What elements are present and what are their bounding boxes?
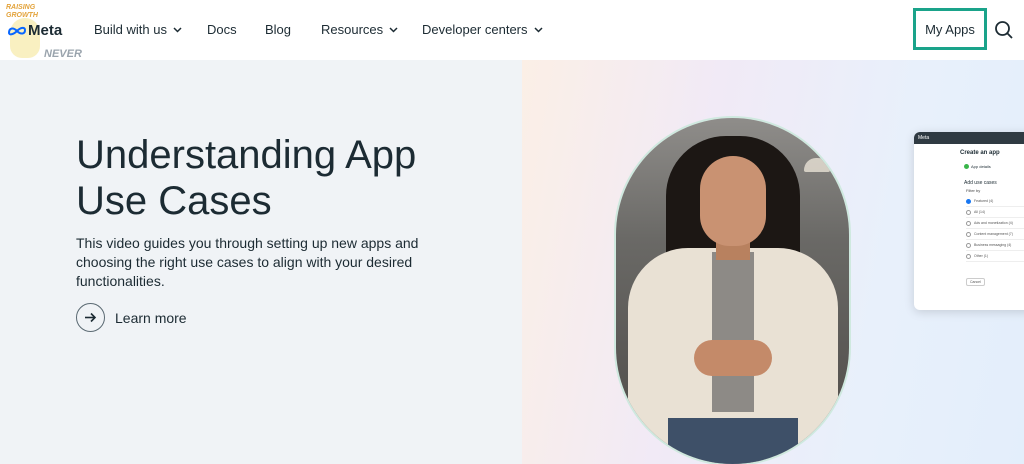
card-option-label: All (14): [974, 210, 986, 214]
card-cancel-button: Cancel: [966, 278, 985, 286]
learn-more-link[interactable]: Learn more: [76, 303, 187, 332]
presenter-shirt: [712, 252, 754, 412]
arrow-right-icon: [85, 312, 97, 323]
card-option: Other (1): [966, 251, 1024, 262]
chevron-down-icon: [533, 26, 543, 33]
nav-item-label: Resources: [321, 22, 384, 37]
presenter-jeans: [668, 418, 798, 464]
nav-docs[interactable]: Docs: [207, 22, 237, 37]
card-option-label: Other (1): [974, 254, 989, 258]
card-title: Create an app: [960, 150, 1000, 156]
card-options-list: Featured (4) All (14) Ads and monetizati…: [966, 196, 1024, 262]
card-brand: Meta: [918, 135, 930, 141]
video-thumbnail[interactable]: [616, 118, 849, 464]
chevron-down-icon: [389, 26, 398, 33]
card-step: App details: [964, 164, 991, 169]
radio-icon: [966, 253, 971, 259]
learn-more-label: Learn more: [115, 309, 187, 326]
search-icon: [995, 21, 1013, 39]
nav-resources[interactable]: Resources: [321, 22, 398, 37]
presenter-hands: [694, 340, 772, 376]
radio-icon: [966, 242, 971, 248]
card-section-title: Add use cases: [964, 180, 997, 186]
nav-item-label: Developer centers: [422, 22, 528, 37]
logo-caption: RAISING GROWTH: [6, 4, 38, 19]
brand-logo[interactable]: Meta: [8, 22, 62, 39]
nav-developer-centers[interactable]: Developer centers: [422, 22, 543, 37]
card-option: Featured (4): [966, 196, 1024, 207]
my-apps-label: My Apps: [925, 21, 975, 37]
radio-icon: [966, 220, 971, 226]
card-filter-label: Filter by: [966, 188, 981, 193]
nav-build-with-us[interactable]: Build with us: [94, 22, 182, 37]
nav-item-label: Blog: [265, 22, 292, 37]
my-apps-button[interactable]: My Apps: [913, 8, 987, 50]
card-option-label: Business messaging (4): [974, 243, 1012, 247]
card-option: Ads and monetization (4): [966, 218, 1024, 229]
nav-item-label: Docs: [207, 22, 237, 37]
card-step-label: App details: [971, 164, 991, 169]
card-header: Meta: [914, 132, 1024, 144]
chevron-down-icon: [173, 26, 182, 33]
hero-title: Understanding App Use Cases: [76, 133, 417, 223]
card-option-label: Featured (4): [974, 199, 994, 203]
card-option-label: Content management (7): [974, 232, 1013, 236]
presenter-face: [700, 156, 766, 246]
radio-icon: [966, 198, 971, 204]
app-setup-preview-card: Meta Create an app App details Add use c…: [914, 132, 1024, 310]
brand-name: Meta: [28, 22, 63, 39]
nav-blog[interactable]: Blog: [265, 22, 291, 37]
search-button[interactable]: [994, 20, 1014, 45]
card-option-label: Ads and monetization (4): [974, 221, 1013, 225]
card-option: All (14): [966, 207, 1024, 218]
hero-description: This video guides you through setting up…: [76, 235, 419, 289]
check-icon: [964, 164, 969, 169]
top-navbar: RAISING GROWTH Meta NEVER LEARNING Build…: [0, 0, 1024, 82]
nav-item-label: Build with us: [94, 22, 167, 37]
radio-icon: [966, 231, 971, 237]
radio-icon: [966, 209, 971, 215]
learn-more-arrow-button[interactable]: [76, 303, 105, 332]
card-option: Content management (7): [966, 229, 1024, 240]
card-option: Business messaging (4): [966, 240, 1024, 251]
meta-infinity-icon: [8, 26, 26, 35]
